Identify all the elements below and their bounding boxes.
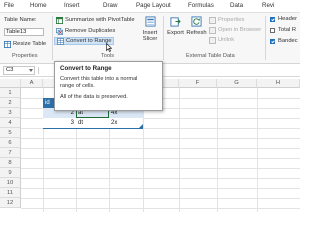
column-header-f[interactable]: F <box>179 79 217 88</box>
gridline <box>179 88 180 212</box>
header-row-label: Header <box>278 16 298 22</box>
summarize-pivottable-label: Summarize with PivotTable <box>65 17 135 23</box>
tab-insert[interactable]: Insert <box>64 2 79 9</box>
insert-slicer-label-2: Slicer <box>142 36 158 42</box>
properties-button: Properties <box>209 16 244 24</box>
tooltip-note: All of the data is preserved. <box>60 94 128 100</box>
unlink-label: Unlink <box>218 37 235 43</box>
export-label: Export <box>167 30 184 36</box>
gridline <box>21 208 300 209</box>
table-cell[interactable]: dt <box>76 118 109 128</box>
unlink-icon <box>209 36 216 44</box>
convert-to-range-label: Convert to Range <box>66 38 112 44</box>
properties-icon <box>209 16 216 24</box>
browser-icon <box>209 26 216 34</box>
slicer-icon <box>144 16 156 27</box>
table-name-label: Table Name: <box>4 17 37 23</box>
column-header-g[interactable]: G <box>217 79 257 88</box>
tab-file[interactable]: File <box>4 2 14 9</box>
menu-bar: File Home Insert Draw Page Layout Formul… <box>0 0 300 13</box>
total-row-checkbox[interactable] <box>270 28 275 33</box>
tab-data[interactable]: Data <box>230 2 243 9</box>
gridline <box>21 158 300 159</box>
row-header[interactable]: 11 <box>0 188 21 198</box>
row-header[interactable]: 1 <box>0 88 21 98</box>
tab-home[interactable]: Home <box>30 2 47 9</box>
properties-group-label: Properties <box>12 53 38 59</box>
refresh-label: Refresh <box>186 30 207 36</box>
row-header[interactable]: 4 <box>0 118 21 128</box>
pivottable-icon <box>56 16 63 24</box>
properties-label: Properties <box>218 17 245 23</box>
row-header[interactable]: 8 <box>0 158 21 168</box>
unlink-button: Unlink <box>209 36 234 44</box>
tab-formulas[interactable]: Formulas <box>188 2 214 9</box>
gridline <box>21 138 300 139</box>
tooltip-description-line-2: range of cells. <box>60 83 95 89</box>
column-header-h[interactable]: H <box>257 79 300 88</box>
group-divider <box>163 16 164 60</box>
row-header[interactable]: 5 <box>0 128 21 138</box>
select-all-corner[interactable] <box>0 79 21 88</box>
gridline <box>21 178 300 179</box>
insert-slicer-button[interactable]: Insert Slicer <box>141 16 159 42</box>
remove-duplicates-label: Remove Duplicates <box>65 28 116 34</box>
summarize-pivottable-button[interactable]: Summarize with PivotTable <box>56 16 135 24</box>
gridline <box>21 168 300 169</box>
resize-table-button[interactable]: Resize Table <box>4 40 46 48</box>
row-header[interactable]: 6 <box>0 138 21 148</box>
column-header-a[interactable]: A <box>21 79 43 88</box>
table-name-input[interactable]: Table13 <box>4 28 44 36</box>
export-icon <box>170 17 181 27</box>
convert-to-range-icon <box>57 37 64 45</box>
refresh-icon <box>191 16 202 27</box>
header-row-checkbox[interactable] <box>270 17 275 22</box>
table-cell[interactable]: 3 <box>43 118 76 128</box>
tools-group-label: Tools <box>101 53 115 59</box>
gridline <box>217 88 218 212</box>
resize-table-label: Resize Table <box>13 41 47 47</box>
group-divider <box>265 16 266 60</box>
group-divider <box>52 16 53 60</box>
convert-to-range-tooltip: Convert to Range Convert this table into… <box>54 61 163 111</box>
row-header[interactable]: 10 <box>0 178 21 188</box>
table-resize-handle-icon[interactable] <box>139 124 143 128</box>
open-in-browser-button: Open in Browser <box>209 26 261 34</box>
row-header[interactable]: 3 <box>0 108 21 118</box>
tooltip-title: Convert to Range <box>60 65 112 72</box>
gridline <box>257 88 258 212</box>
tab-draw[interactable]: Draw <box>103 2 117 9</box>
gridline <box>21 148 300 149</box>
banded-rows-checkbox[interactable] <box>270 39 275 44</box>
total-row-label: Total R <box>278 27 297 33</box>
open-in-browser-label: Open in Browser <box>218 27 262 33</box>
refresh-button[interactable]: Refresh <box>186 16 207 36</box>
remove-duplicates-button[interactable]: Remove Duplicates <box>56 27 115 35</box>
banded-rows-label: Bandec <box>278 38 298 44</box>
table-cell[interactable]: 2x <box>109 118 143 128</box>
tab-page-layout[interactable]: Page Layout <box>136 2 171 9</box>
formula-bar-divider <box>38 67 39 74</box>
row-header[interactable]: 7 <box>0 148 21 158</box>
row-header[interactable]: 2 <box>0 98 21 108</box>
chevron-down-icon[interactable] <box>29 69 33 72</box>
tab-review[interactable]: Revi <box>262 2 274 9</box>
mouse-pointer-icon <box>106 43 112 52</box>
table-bottom-border <box>43 128 143 129</box>
resize-table-icon <box>4 40 11 48</box>
ribbon: Table Name: Table13 Resize Table Propert… <box>0 13 300 64</box>
remove-duplicates-icon <box>56 27 63 35</box>
external-data-group-label: External Table Data <box>186 53 235 59</box>
row-header[interactable]: 9 <box>0 168 21 178</box>
row-header[interactable]: 12 <box>0 198 21 208</box>
gridline <box>21 188 300 189</box>
export-button[interactable]: Export <box>166 16 185 36</box>
gridline <box>21 198 300 199</box>
tooltip-description-line-1: Convert this table into a normal <box>60 76 138 82</box>
